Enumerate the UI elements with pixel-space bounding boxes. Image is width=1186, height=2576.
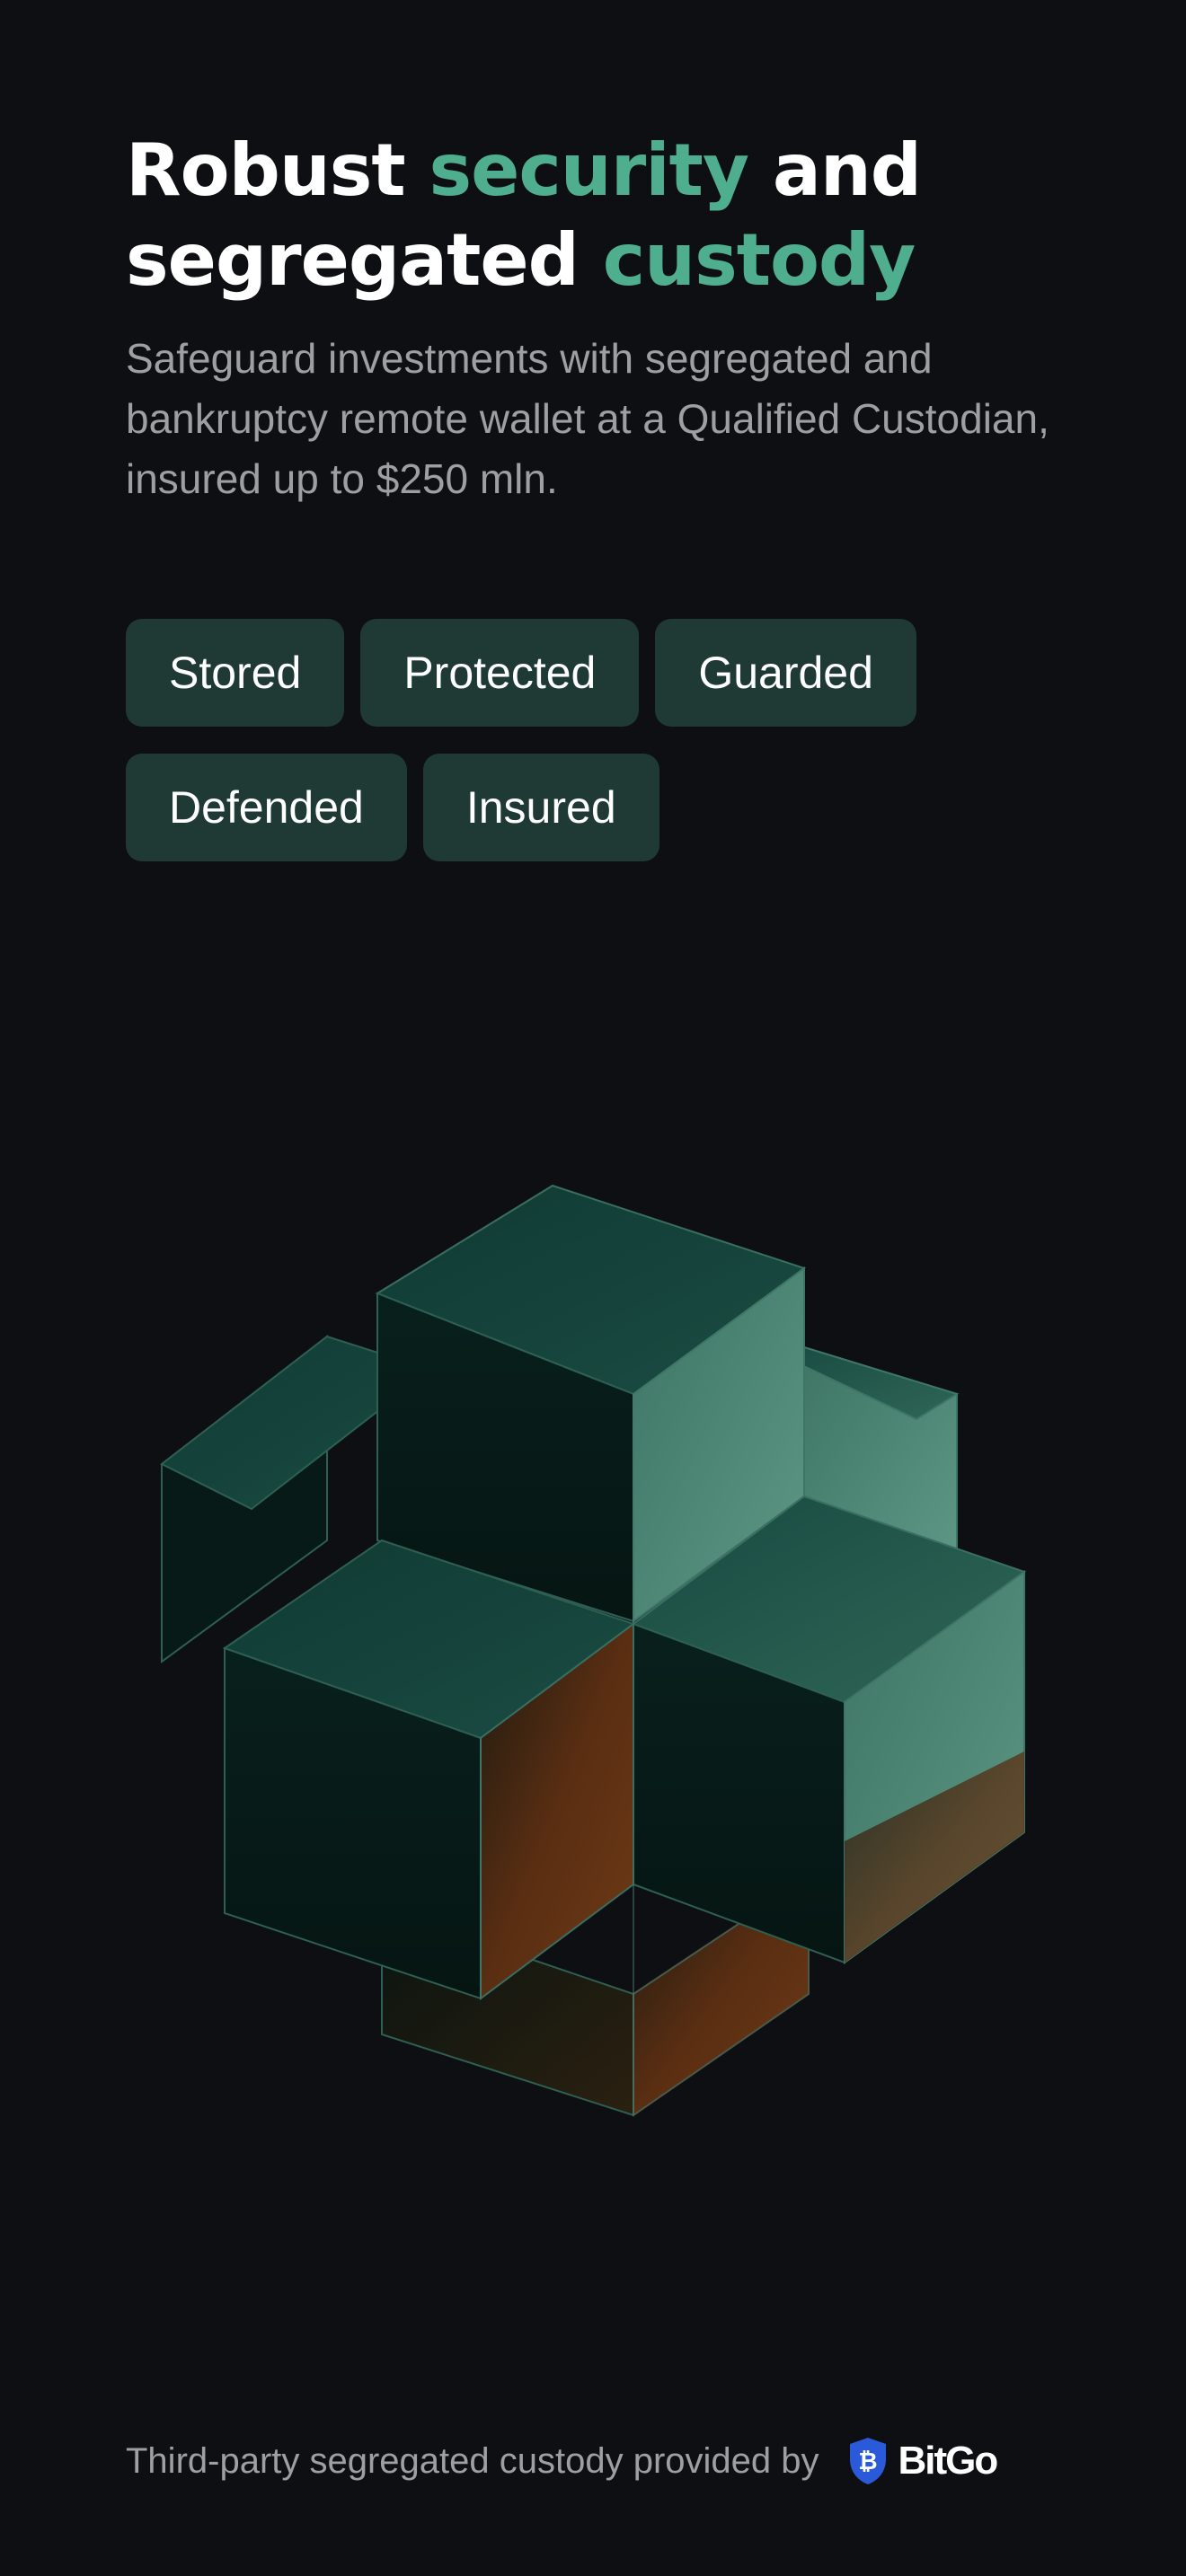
- bitgo-shield-icon: ₿: [849, 2438, 886, 2484]
- title-text-segregated: segregated: [126, 218, 603, 302]
- tag-protected: Protected: [360, 619, 640, 727]
- tag-insured: Insured: [422, 754, 659, 861]
- page-title: Robust security and segregated custody: [126, 126, 1078, 305]
- tag-stored: Stored: [126, 619, 345, 727]
- cube-cluster-illustration: [144, 1159, 1042, 2147]
- feature-tags: Stored Protected Guarded Defended Insure…: [126, 619, 1096, 861]
- custody-provider-text: Third-party segregated custody provided …: [126, 2440, 819, 2481]
- bitgo-brand-name: BitGo: [898, 2439, 999, 2483]
- tag-guarded: Guarded: [655, 619, 916, 727]
- title-accent-custody: custody: [602, 218, 916, 302]
- title-accent-security: security: [429, 128, 750, 212]
- bitgo-logo: ₿ BitGo: [846, 2436, 999, 2486]
- svg-text:₿: ₿: [858, 2448, 877, 2475]
- page-subtitle: Safeguard investments with segregated an…: [126, 335, 1049, 502]
- footer: Third-party segregated custody provided …: [126, 2425, 999, 2497]
- title-text-and: and: [748, 128, 922, 212]
- tag-defended: Defended: [126, 754, 407, 861]
- main-content: Robust security and segregated custody Sa…: [126, 126, 1078, 861]
- title-text-robust: Robust: [126, 128, 429, 212]
